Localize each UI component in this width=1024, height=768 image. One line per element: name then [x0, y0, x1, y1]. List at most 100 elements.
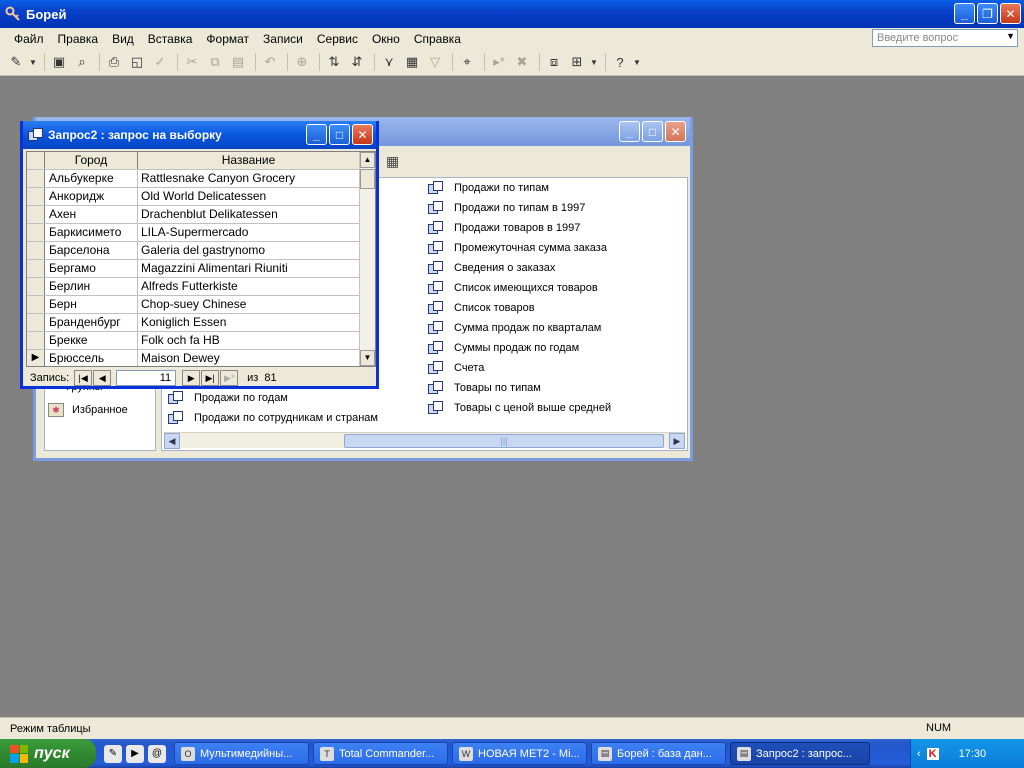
list-item[interactable]: Суммы продаж по годам	[428, 341, 579, 355]
cell-city[interactable]: Брюссель	[45, 350, 138, 366]
dropdown-arrow-icon[interactable]: ▼	[590, 52, 598, 72]
row-selector[interactable]	[27, 260, 45, 277]
cell-city[interactable]: Берн	[45, 296, 138, 313]
table-row[interactable]: Бранденбург Koniglich Essen	[27, 314, 375, 332]
scroll-up-icon[interactable]: ▲	[360, 152, 375, 168]
cell-city[interactable]: Берлин	[45, 278, 138, 295]
row-selector[interactable]	[27, 296, 45, 313]
list-item[interactable]: Продажи по сотрудникам и странам	[168, 411, 378, 425]
table-row[interactable]: Баркисимето LILA-Supermercado	[27, 224, 375, 242]
dropdown-arrow-icon[interactable]: ▼	[29, 52, 37, 72]
close-button[interactable]: ✕	[1000, 3, 1021, 24]
design-view-icon[interactable]: ✎	[6, 52, 26, 72]
cell-city[interactable]: Барселона	[45, 242, 138, 259]
list-item[interactable]: Сумма продаж по кварталам	[428, 321, 601, 335]
list-item[interactable]: Продажи по типам в 1997	[428, 201, 585, 215]
spelling-icon[interactable]: ✓	[150, 52, 170, 72]
cell-name[interactable]: Maison Dewey	[138, 350, 360, 366]
new-object-icon[interactable]: ⊞	[567, 52, 587, 72]
cell-city[interactable]: Альбукерке	[45, 170, 138, 187]
filter-by-selection-icon[interactable]: ⋎	[379, 52, 399, 72]
restore-button[interactable]: ❐	[977, 3, 998, 24]
menu-window[interactable]: Окно	[365, 32, 407, 46]
row-selector[interactable]	[27, 242, 45, 259]
cell-city[interactable]: Брекке	[45, 332, 138, 349]
print-icon[interactable]: ⎙	[104, 52, 124, 72]
menu-tools[interactable]: Сервис	[310, 32, 365, 46]
task-multimedia[interactable]: O Мультимедийны...	[174, 742, 309, 765]
list-item[interactable]: Сведения о заказах	[428, 261, 555, 275]
start-button[interactable]: пуск	[0, 739, 96, 768]
table-row[interactable]: ▶ Брюссель Maison Dewey	[27, 350, 375, 366]
search-file-icon[interactable]: ⌕	[72, 52, 92, 72]
nav-favorites-item[interactable]: ✱ Избранное	[48, 403, 128, 417]
cell-name[interactable]: Drachenblut Delikatessen	[138, 206, 360, 223]
datasheet-grid[interactable]: Город Название Альбукерке Rattlesnake Can…	[26, 151, 376, 367]
close-button[interactable]: ✕	[352, 124, 373, 145]
table-row[interactable]: Брекке Folk och fa HB	[27, 332, 375, 350]
last-record-button[interactable]: ▶|	[201, 370, 220, 386]
list-item[interactable]: Продажи по типам	[428, 181, 549, 195]
list-item[interactable]: Счета	[428, 361, 485, 375]
email-icon[interactable]: @	[148, 744, 166, 763]
sort-descending-icon[interactable]: ⇵	[347, 52, 367, 72]
table-row[interactable]: Берн Chop-suey Chinese	[27, 296, 375, 314]
next-record-button[interactable]: ▶	[182, 370, 201, 386]
cell-city[interactable]: Бранденбург	[45, 314, 138, 331]
undo-icon[interactable]: ↶	[260, 52, 280, 72]
menu-file[interactable]: Файл	[7, 32, 51, 46]
dropdown-arrow-icon[interactable]: ▼	[633, 52, 641, 72]
maximize-button[interactable]: □	[642, 121, 663, 142]
cell-name[interactable]: Chop-suey Chinese	[138, 296, 360, 313]
save-icon[interactable]: ▣	[49, 52, 69, 72]
database-window-icon[interactable]: ⧈	[544, 52, 564, 72]
filter-by-form-icon[interactable]: ▦	[402, 52, 422, 72]
list-item[interactable]: Товары с ценой выше средней	[428, 401, 611, 415]
first-record-button[interactable]: |◀	[74, 370, 93, 386]
select-all-corner[interactable]	[27, 152, 45, 169]
table-row[interactable]: Барселона Galeria del gastrynomo	[27, 242, 375, 260]
column-header-city[interactable]: Город	[45, 152, 138, 169]
row-selector[interactable]	[27, 278, 45, 295]
query-window-title-bar[interactable]: Запрос2 : запрос на выборку _ □ ✕	[23, 121, 376, 149]
minimize-button[interactable]: _	[306, 124, 327, 145]
cell-city[interactable]: Анкоридж	[45, 188, 138, 205]
cell-city[interactable]: Баркисимето	[45, 224, 138, 241]
scrollbar-thumb[interactable]: |||	[344, 434, 664, 448]
row-selector[interactable]	[27, 188, 45, 205]
new-record-icon[interactable]: ▸*	[489, 52, 509, 72]
tray-expand-icon[interactable]: ‹	[917, 748, 921, 760]
delete-record-icon[interactable]: ✖	[512, 52, 532, 72]
scroll-down-icon[interactable]: ▼	[360, 350, 375, 366]
copy-icon[interactable]: ⧉	[205, 52, 225, 72]
task-query[interactable]: ▤ Запрос2 : запрос...	[730, 742, 870, 765]
cell-city[interactable]: Ахен	[45, 206, 138, 223]
close-button[interactable]: ✕	[665, 121, 686, 142]
table-row[interactable]: Бергамо Magazzini Alimentari Riuniti	[27, 260, 375, 278]
notepad-icon[interactable]: ✎	[104, 744, 122, 763]
cell-name[interactable]: LILA-Supermercado	[138, 224, 360, 241]
cell-name[interactable]: Galeria del gastrynomo	[138, 242, 360, 259]
menu-insert[interactable]: Вставка	[141, 32, 200, 46]
antivirus-icon[interactable]: K	[926, 747, 939, 760]
list-item[interactable]: Список товаров	[428, 301, 535, 315]
cut-icon[interactable]: ✂	[182, 52, 202, 72]
row-selector[interactable]	[27, 314, 45, 331]
hyperlink-icon[interactable]: ⊕	[292, 52, 312, 72]
cell-name[interactable]: Old World Delicatessen	[138, 188, 360, 205]
minimize-button[interactable]: _	[619, 121, 640, 142]
record-number-input[interactable]: 11	[116, 370, 177, 386]
list-item[interactable]: Промежуточная сумма заказа	[428, 241, 607, 255]
vertical-scrollbar[interactable]: ▲ ▼	[359, 152, 375, 366]
row-selector[interactable]	[27, 170, 45, 187]
column-header-name[interactable]: Название	[138, 152, 360, 169]
menu-view[interactable]: Вид	[105, 32, 141, 46]
media-player-icon[interactable]: ▶	[126, 744, 144, 763]
current-record-indicator[interactable]: ▶	[27, 350, 45, 366]
cell-city[interactable]: Бергамо	[45, 260, 138, 277]
table-row[interactable]: Альбукерке Rattlesnake Canyon Grocery	[27, 170, 375, 188]
table-row[interactable]: Ахен Drachenblut Delikatessen	[27, 206, 375, 224]
task-total-commander[interactable]: T Total Commander...	[313, 742, 448, 765]
cell-name[interactable]: Rattlesnake Canyon Grocery	[138, 170, 360, 187]
previous-record-button[interactable]: ◀	[93, 370, 112, 386]
